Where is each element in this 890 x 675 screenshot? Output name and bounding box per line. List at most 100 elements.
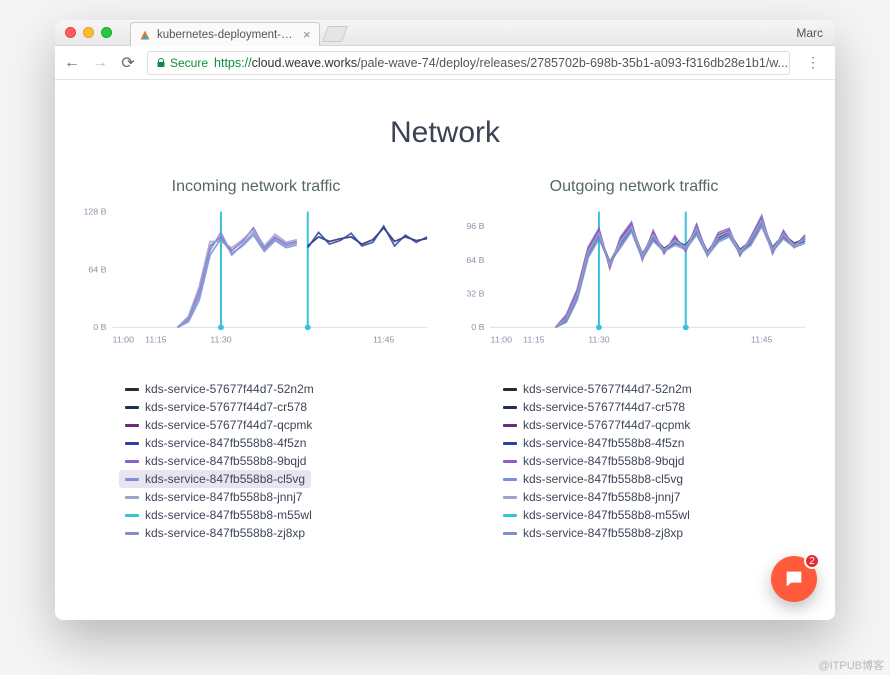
- address-bar[interactable]: Secure https://cloud.weave.works/pale-wa…: [147, 51, 790, 75]
- outgoing-chart[interactable]: 0 B32 B64 B96 B11:0011:1511:3011:45: [457, 206, 811, 366]
- outgoing-legend: kds-service-57677f44d7-52n2m kds-service-…: [497, 380, 811, 542]
- new-tab-button[interactable]: [322, 26, 348, 42]
- tab-close-icon[interactable]: ×: [303, 27, 311, 42]
- back-button[interactable]: ←: [63, 54, 81, 72]
- legend-label: kds-service-847fb558b8-m55wl: [145, 508, 312, 522]
- legend-swatch: [125, 478, 139, 481]
- legend-swatch: [503, 460, 517, 463]
- tab-title: kubernetes-deployment-strate: [157, 29, 297, 41]
- svg-text:11:00: 11:00: [113, 334, 135, 344]
- page-content: Network Incoming network traffic 0 B 64 B…: [55, 80, 835, 620]
- legend-item[interactable]: kds-service-847fb558b8-9bqjd: [119, 452, 312, 470]
- legend-label: kds-service-57677f44d7-qcpmk: [523, 418, 690, 432]
- legend-swatch: [125, 532, 139, 535]
- profile-name[interactable]: Marc: [796, 26, 823, 40]
- legend-item[interactable]: kds-service-847fb558b8-m55wl: [497, 506, 696, 524]
- legend-swatch: [125, 442, 139, 445]
- weave-favicon-icon: [139, 29, 151, 41]
- legend-swatch: [503, 424, 517, 427]
- legend-label: kds-service-57677f44d7-cr578: [145, 400, 307, 414]
- legend-label: kds-service-57677f44d7-52n2m: [523, 382, 692, 396]
- chat-icon: [783, 568, 805, 590]
- legend-item[interactable]: kds-service-847fb558b8-cl5vg: [119, 470, 311, 488]
- legend-item[interactable]: kds-service-847fb558b8-jnnj7: [119, 488, 308, 506]
- window-titlebar: kubernetes-deployment-strate × Marc: [55, 20, 835, 46]
- minimize-window-button[interactable]: [83, 27, 94, 38]
- legend-swatch: [503, 514, 517, 517]
- svg-text:11:45: 11:45: [373, 334, 395, 344]
- legend-swatch: [503, 496, 517, 499]
- svg-text:96 B: 96 B: [466, 221, 484, 231]
- legend-item[interactable]: kds-service-57677f44d7-cr578: [119, 398, 313, 416]
- incoming-chart-block: Incoming network traffic 0 B 64 B 128 B 11:…: [79, 178, 433, 542]
- legend-item[interactable]: kds-service-57677f44d7-52n2m: [119, 380, 320, 398]
- forward-button[interactable]: →: [91, 54, 109, 72]
- legend-label: kds-service-847fb558b8-zj8xp: [523, 526, 683, 540]
- svg-text:64 B: 64 B: [466, 255, 484, 265]
- incoming-chart[interactable]: 0 B 64 B 128 B 11:00 11:15 11:30 11:45: [79, 206, 433, 366]
- legend-item[interactable]: kds-service-57677f44d7-cr578: [497, 398, 691, 416]
- svg-text:0 B: 0 B: [471, 322, 485, 332]
- legend-swatch: [125, 496, 139, 499]
- legend-item[interactable]: kds-service-847fb558b8-zj8xp: [119, 524, 311, 542]
- legend-swatch: [503, 478, 517, 481]
- maximize-window-button[interactable]: [101, 27, 112, 38]
- legend-swatch: [125, 406, 139, 409]
- page-title: Network: [79, 116, 811, 150]
- legend-item[interactable]: kds-service-847fb558b8-4f5zn: [119, 434, 312, 452]
- secure-indicator: Secure: [156, 56, 208, 70]
- legend-item[interactable]: kds-service-847fb558b8-m55wl: [119, 506, 318, 524]
- incoming-chart-title: Incoming network traffic: [79, 178, 433, 196]
- legend-label: kds-service-847fb558b8-4f5zn: [523, 436, 684, 450]
- address-url: https://cloud.weave.works/pale-wave-74/d…: [214, 56, 788, 70]
- reload-button[interactable]: ⟳: [119, 53, 137, 73]
- svg-text:11:15: 11:15: [145, 334, 167, 344]
- svg-text:64 B: 64 B: [88, 264, 106, 274]
- legend-label: kds-service-847fb558b8-9bqjd: [523, 454, 684, 468]
- legend-item[interactable]: kds-service-847fb558b8-9bqjd: [497, 452, 690, 470]
- legend-label: kds-service-847fb558b8-9bqjd: [145, 454, 306, 468]
- svg-text:11:30: 11:30: [210, 334, 232, 344]
- legend-item[interactable]: kds-service-847fb558b8-cl5vg: [497, 470, 689, 488]
- intercom-chat-button[interactable]: 2: [771, 556, 817, 602]
- legend-swatch: [125, 514, 139, 517]
- window-controls: [65, 27, 112, 38]
- legend-label: kds-service-847fb558b8-4f5zn: [145, 436, 306, 450]
- legend-swatch: [503, 532, 517, 535]
- legend-swatch: [125, 424, 139, 427]
- outgoing-chart-title: Outgoing network traffic: [457, 178, 811, 196]
- legend-swatch: [503, 442, 517, 445]
- chat-unread-badge: 2: [804, 553, 820, 569]
- browser-toolbar: ← → ⟳ Secure https://cloud.weave.works/p…: [55, 46, 835, 80]
- incoming-legend: kds-service-57677f44d7-52n2m kds-service-…: [119, 380, 433, 542]
- svg-text:32 B: 32 B: [466, 289, 484, 299]
- legend-item[interactable]: kds-service-847fb558b8-jnnj7: [497, 488, 686, 506]
- legend-item[interactable]: kds-service-57677f44d7-qcpmk: [119, 416, 318, 434]
- legend-label: kds-service-847fb558b8-m55wl: [523, 508, 690, 522]
- legend-item[interactable]: kds-service-57677f44d7-52n2m: [497, 380, 698, 398]
- legend-label: kds-service-847fb558b8-cl5vg: [145, 472, 305, 486]
- legend-label: kds-service-847fb558b8-jnnj7: [145, 490, 302, 504]
- legend-item[interactable]: kds-service-847fb558b8-4f5zn: [497, 434, 690, 452]
- legend-swatch: [125, 460, 139, 463]
- watermark: @ITPUB博客: [818, 657, 884, 673]
- legend-label: kds-service-57677f44d7-52n2m: [145, 382, 314, 396]
- svg-text:11:15: 11:15: [523, 334, 545, 344]
- charts-row: Incoming network traffic 0 B 64 B 128 B 11:…: [79, 178, 811, 542]
- legend-label: kds-service-847fb558b8-zj8xp: [145, 526, 305, 540]
- legend-swatch: [503, 406, 517, 409]
- legend-swatch: [503, 388, 517, 391]
- legend-label: kds-service-847fb558b8-jnnj7: [523, 490, 680, 504]
- legend-label: kds-service-57677f44d7-qcpmk: [145, 418, 312, 432]
- legend-item[interactable]: kds-service-847fb558b8-zj8xp: [497, 524, 689, 542]
- svg-text:11:45: 11:45: [751, 334, 773, 344]
- svg-text:128 B: 128 B: [83, 207, 106, 217]
- legend-item[interactable]: kds-service-57677f44d7-qcpmk: [497, 416, 696, 434]
- outgoing-chart-block: Outgoing network traffic 0 B 32 B 64 B 96 B…: [457, 178, 811, 542]
- browser-window: kubernetes-deployment-strate × Marc ← → …: [55, 20, 835, 620]
- browser-tab[interactable]: kubernetes-deployment-strate ×: [130, 22, 320, 46]
- svg-text:0 B: 0 B: [93, 322, 107, 332]
- secure-label: Secure: [170, 56, 208, 70]
- close-window-button[interactable]: [65, 27, 76, 38]
- browser-menu-button[interactable]: ⋮: [800, 54, 827, 71]
